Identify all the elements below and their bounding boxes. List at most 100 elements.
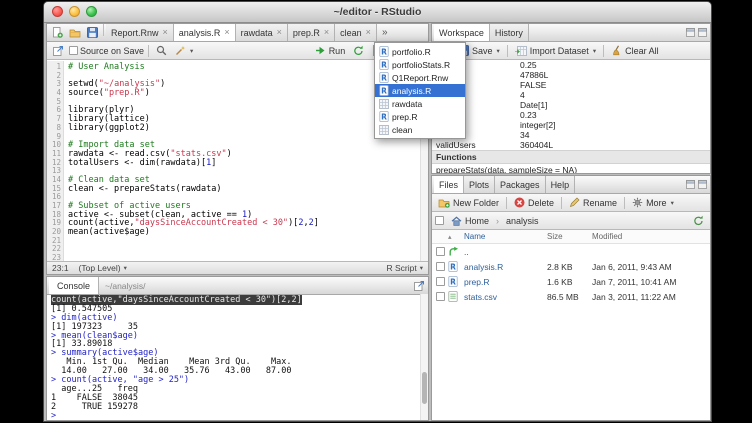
console-scrollbar[interactable] xyxy=(420,294,428,420)
popout-icon xyxy=(414,280,425,291)
file-row[interactable]: Ranalysis.R2.8 KBJan 6, 2011, 9:43 AM xyxy=(432,259,710,274)
scope-selector[interactable]: (Top Level)▾ xyxy=(79,263,127,273)
tab-help[interactable]: Help xyxy=(546,176,576,193)
file-row[interactable]: stats.csv86.5 MBJan 3, 2011, 11:22 AM xyxy=(432,289,710,304)
console-popout-button[interactable] xyxy=(411,277,428,294)
workspace-row[interactable]: Date[1] xyxy=(432,100,710,110)
workspace-row[interactable]: validUsers360404L xyxy=(432,140,710,150)
files-toolbar: New Folder Delete Rename More▾ xyxy=(432,194,710,212)
file-checkbox[interactable] xyxy=(432,247,448,256)
clear-all-button[interactable]: Clear All xyxy=(608,44,662,57)
workspace-row[interactable]: FALSE xyxy=(432,80,710,90)
file-row[interactable]: .. xyxy=(432,244,710,259)
open-documents-menu: Rportfolio.RRportfolioStats.RRQ1Report.R… xyxy=(374,42,466,139)
sort-cell[interactable]: ▴ xyxy=(448,233,464,241)
code-editor[interactable]: 1234567891011121314151617181920212223 # … xyxy=(47,61,428,261)
menu-item-prep.R[interactable]: Rprep.R xyxy=(375,110,465,123)
file-name[interactable]: prep.R xyxy=(464,277,547,287)
menu-item-label: prep.R xyxy=(392,112,418,122)
tab-plots[interactable]: Plots xyxy=(464,176,495,193)
menu-item-portfolioStats.R[interactable]: RportfolioStats.R xyxy=(375,58,465,71)
source-on-save-checkbox[interactable] xyxy=(69,46,78,55)
minimize-pane-button[interactable] xyxy=(686,24,695,41)
tab-files[interactable]: Files xyxy=(434,176,464,193)
code-tools-button[interactable]: ▾ xyxy=(172,44,196,57)
minimize-pane-button[interactable] xyxy=(686,176,695,193)
r-file-icon: R xyxy=(448,276,464,287)
file-checkbox[interactable] xyxy=(432,277,448,286)
code-line xyxy=(68,237,428,246)
file-name[interactable]: analysis.R xyxy=(464,262,547,272)
popout-editor-button[interactable] xyxy=(50,44,67,57)
workspace-content: 0.2547886LFALSE4Date[1]0.23integer[2]34v… xyxy=(432,60,710,173)
select-all-checkbox[interactable] xyxy=(435,216,444,225)
workspace-row[interactable]: 0.23 xyxy=(432,110,710,120)
more-button[interactable]: More▾ xyxy=(629,196,677,209)
console-output[interactable]: count(active,"daysSinceAccountCreated < … xyxy=(47,294,420,420)
import-dataset-label: Import Dataset xyxy=(530,46,589,56)
svg-text:R: R xyxy=(450,277,456,286)
doc-type-selector[interactable]: R Script▾ xyxy=(387,263,424,273)
workspace-row[interactable]: 47886L xyxy=(432,70,710,80)
column-size[interactable]: Size xyxy=(547,232,592,241)
file-checkbox[interactable] xyxy=(432,262,448,271)
source-tab-Report.Rnw[interactable]: Report.Rnw× xyxy=(106,24,174,41)
wand-icon xyxy=(175,45,186,56)
source-tab-clean[interactable]: clean× xyxy=(335,24,377,41)
scrollbar-thumb[interactable] xyxy=(422,372,427,404)
delete-button[interactable]: Delete xyxy=(511,196,557,209)
workspace-row[interactable]: 4 xyxy=(432,90,710,100)
tab-console[interactable]: Console xyxy=(49,277,99,294)
save-file-button[interactable] xyxy=(84,24,101,41)
tab-close-icon[interactable]: × xyxy=(324,28,329,37)
tab-close-icon[interactable]: × xyxy=(366,28,371,37)
rename-button[interactable]: Rename xyxy=(566,196,620,209)
new-folder-button[interactable]: New Folder xyxy=(435,197,502,209)
find-replace-button[interactable] xyxy=(153,44,170,57)
file-name[interactable]: .. xyxy=(464,247,547,257)
zoom-button[interactable] xyxy=(86,6,97,17)
workspace-row[interactable]: 34 xyxy=(432,130,710,140)
data-frame-icon xyxy=(379,125,389,135)
column-name[interactable]: Name xyxy=(464,232,547,241)
source-tab-rawdata[interactable]: rawdata× xyxy=(236,24,288,41)
scope-label: (Top Level) xyxy=(79,263,121,273)
tab-workspace[interactable]: Workspace xyxy=(434,24,490,41)
source-tab-analysis.R[interactable]: analysis.R× xyxy=(174,24,236,41)
menu-item-analysis.R[interactable]: Ranalysis.R xyxy=(375,84,465,97)
new-file-button[interactable] xyxy=(49,24,66,41)
file-name[interactable]: stats.csv xyxy=(464,292,547,302)
column-modified[interactable]: Modified xyxy=(592,232,710,241)
file-size: 1.6 KB xyxy=(547,277,592,287)
rerun-button[interactable] xyxy=(350,44,367,57)
menu-item-portfolio.R[interactable]: Rportfolio.R xyxy=(375,45,465,58)
tab-overflow-button[interactable]: » xyxy=(377,24,393,41)
folder-crumb[interactable]: analysis xyxy=(503,215,542,227)
refresh-button[interactable] xyxy=(690,214,707,227)
home-crumb[interactable]: Home xyxy=(448,215,492,227)
menu-item-Q1Report.Rnw[interactable]: RQ1Report.Rnw xyxy=(375,71,465,84)
menu-item-rawdata[interactable]: rawdata xyxy=(375,97,465,110)
workspace-row[interactable]: 0.25 xyxy=(432,60,710,70)
file-row[interactable]: Rprep.R1.6 KBJan 7, 2011, 10:41 AM xyxy=(432,274,710,289)
maximize-pane-button[interactable] xyxy=(698,24,707,41)
function-signature[interactable]: prepareStats(data, sampleSize = NA) xyxy=(432,164,710,173)
tab-close-icon[interactable]: × xyxy=(277,28,282,37)
menu-item-clean[interactable]: clean xyxy=(375,123,465,136)
run-button[interactable]: Run xyxy=(312,44,349,57)
import-dataset-button[interactable]: Import Dataset▾ xyxy=(512,45,599,57)
file-checkbox[interactable] xyxy=(432,292,448,301)
tab-close-icon[interactable]: × xyxy=(224,28,229,37)
tab-history[interactable]: History xyxy=(490,24,529,41)
title-bar[interactable]: ~/editor - RStudio xyxy=(44,2,711,23)
tab-packages[interactable]: Packages xyxy=(495,176,546,193)
source-tab-prep.R[interactable]: prep.R× xyxy=(288,24,335,41)
workspace-row[interactable]: integer[2] xyxy=(432,120,710,130)
tab-close-icon[interactable]: × xyxy=(163,28,168,37)
svg-text:R: R xyxy=(381,47,387,56)
maximize-pane-button[interactable] xyxy=(698,176,707,193)
open-file-button[interactable] xyxy=(66,24,84,41)
close-button[interactable] xyxy=(52,6,63,17)
variable-value: 0.25 xyxy=(520,60,710,70)
minimize-button[interactable] xyxy=(69,6,80,17)
